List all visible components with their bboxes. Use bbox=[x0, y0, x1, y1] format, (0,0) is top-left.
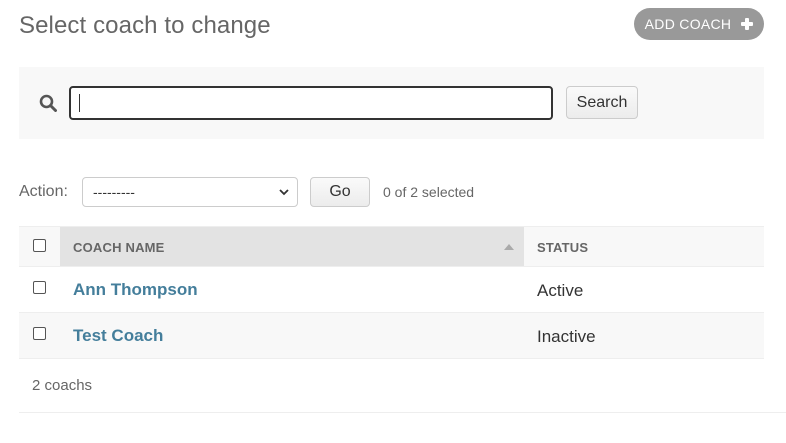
row-select-cell bbox=[19, 267, 60, 312]
column-header-label: STATUS bbox=[537, 240, 589, 255]
status-cell: Inactive bbox=[524, 313, 764, 358]
add-coach-label: ADD COACH bbox=[644, 16, 732, 32]
coach-name-link[interactable]: Test Coach bbox=[73, 326, 163, 346]
action-label: Action: bbox=[19, 183, 68, 200]
page-title: Select coach to change bbox=[19, 12, 271, 39]
status-text: Inactive bbox=[537, 327, 596, 346]
coach-name-cell: Ann Thompson bbox=[60, 267, 524, 312]
text-caret bbox=[79, 94, 80, 112]
actions-bar: Action: --------- Go 0 of 2 selected bbox=[19, 177, 474, 207]
table-row: Ann Thompson Active bbox=[19, 267, 764, 313]
selected-count: 0 of 2 selected bbox=[383, 184, 475, 200]
column-header-coach-name[interactable]: COACH NAME bbox=[60, 227, 524, 266]
add-coach-button[interactable]: ADD COACH bbox=[634, 8, 764, 40]
action-select-value: --------- bbox=[93, 184, 135, 200]
search-icon bbox=[39, 94, 57, 112]
table-header: COACH NAME STATUS bbox=[19, 226, 764, 267]
column-header-label: COACH NAME bbox=[73, 240, 165, 255]
row-checkbox[interactable] bbox=[33, 281, 46, 294]
table-row: Test Coach Inactive bbox=[19, 313, 764, 359]
status-text: Active bbox=[537, 281, 584, 300]
plus-icon bbox=[741, 18, 754, 30]
results-table: COACH NAME STATUS Ann Thompson Active Te… bbox=[19, 226, 764, 359]
go-button[interactable]: Go bbox=[310, 177, 370, 207]
coach-name-cell: Test Coach bbox=[60, 313, 524, 358]
search-button[interactable]: Search bbox=[566, 86, 638, 119]
paginator: 2 coachs bbox=[19, 359, 786, 413]
select-all-checkbox[interactable] bbox=[33, 239, 46, 252]
column-header-status: STATUS bbox=[524, 227, 764, 266]
row-checkbox[interactable] bbox=[33, 327, 46, 340]
select-all-cell bbox=[19, 227, 60, 266]
action-select[interactable]: --------- bbox=[82, 177, 298, 207]
chevron-down-icon bbox=[279, 189, 289, 196]
sort-ascending-icon[interactable] bbox=[504, 244, 514, 250]
search-input[interactable] bbox=[69, 86, 553, 120]
result-count: 2 coachs bbox=[32, 377, 93, 394]
coach-name-link[interactable]: Ann Thompson bbox=[73, 280, 198, 300]
row-select-cell bbox=[19, 313, 60, 358]
status-cell: Active bbox=[524, 267, 764, 312]
search-toolbar: Search bbox=[19, 67, 764, 139]
